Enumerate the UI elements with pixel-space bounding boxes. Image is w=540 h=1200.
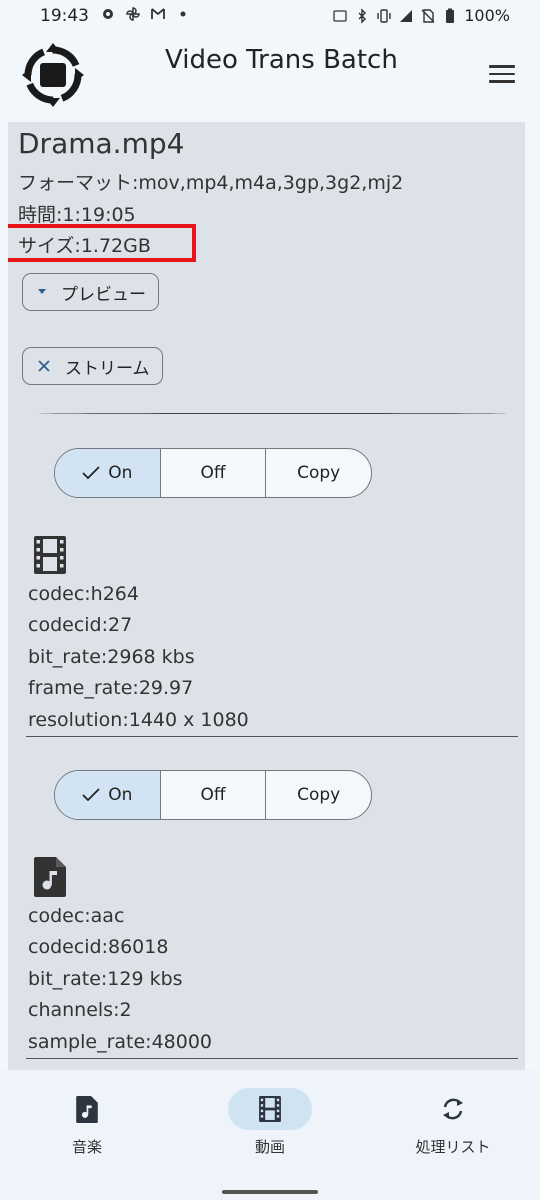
preview-chip-label: プレビュー xyxy=(61,284,146,305)
nav-pill-process-list xyxy=(411,1088,495,1130)
stream-chip[interactable]: ストリーム xyxy=(22,347,163,385)
nav-item-music[interactable]: 音楽 xyxy=(27,1088,147,1157)
nav-label-process-list: 処理リスト xyxy=(415,1138,491,1156)
battery-percent: 100% xyxy=(464,6,510,25)
preview-chip[interactable]: プレビュー xyxy=(22,273,159,311)
app-bar: Video Trans Batch xyxy=(0,32,540,120)
sync-icon xyxy=(443,1098,463,1120)
gesture-handle xyxy=(222,1190,318,1194)
audio-toggle-copy-label: Copy xyxy=(297,785,341,805)
audio-sample-rate: sample_rate:48000 xyxy=(28,1031,213,1053)
nav-item-process-list[interactable]: 処理リスト xyxy=(393,1088,513,1157)
bottom-navigation: 音楽 動画 処理リスト xyxy=(0,1070,540,1200)
audio-toggle-on[interactable]: On xyxy=(55,771,160,819)
nav-pill-video xyxy=(228,1088,312,1130)
audio-codec: codec:aac xyxy=(28,905,125,927)
nav-label-video: 動画 xyxy=(254,1138,285,1156)
app-title: Video Trans Batch xyxy=(165,45,398,75)
video-toggle-off-label: Off xyxy=(200,463,226,483)
file-format: フォーマット:mov,mp4,m4a,3gp,3g2,mj2 xyxy=(18,172,404,194)
nav-pill-music xyxy=(45,1088,129,1130)
audio-toggle-off-label: Off xyxy=(200,785,226,805)
close-icon xyxy=(38,360,50,372)
app-logo-icon xyxy=(22,43,84,107)
file-name: Drama.mp4 xyxy=(18,127,185,160)
audio-toggle-on-label: On xyxy=(108,785,133,805)
file-detail-panel: Drama.mp4 フォーマット:mov,mp4,m4a,3gp,3g2,mj2… xyxy=(8,122,525,1070)
status-bar: 19:43 100% xyxy=(0,0,540,32)
video-divider xyxy=(26,736,518,737)
status-time: 19:43 xyxy=(40,6,89,26)
status-right-icons: 100% xyxy=(332,6,510,25)
gmail-icon xyxy=(151,8,165,19)
audio-toggle-copy[interactable]: Copy xyxy=(265,771,371,819)
video-toggle-on-label: On xyxy=(108,463,133,483)
check-icon xyxy=(82,788,100,802)
highlight-box xyxy=(8,224,196,262)
video-frame-rate: frame_rate:29.97 xyxy=(28,677,194,699)
gear-icon xyxy=(103,9,113,19)
hamburger-menu-icon[interactable] xyxy=(489,65,515,85)
audio-codecid: codecid:86018 xyxy=(28,936,169,958)
video-toggle-group: On Off Copy xyxy=(54,448,372,498)
video-codec: codec:h264 xyxy=(28,583,139,605)
nav-label-music: 音楽 xyxy=(71,1138,102,1156)
film-icon xyxy=(34,536,66,574)
auto-brightness-icon xyxy=(333,9,347,22)
video-bit-rate: bit_rate:2968 kbs xyxy=(28,646,195,668)
stream-chip-label: ストリーム xyxy=(65,358,150,379)
status-left-icons xyxy=(100,6,191,22)
pinwheel-icon xyxy=(126,7,140,21)
film-icon xyxy=(259,1096,281,1122)
dropdown-arrow-icon xyxy=(38,289,46,294)
dot-icon xyxy=(180,11,186,17)
video-toggle-off[interactable]: Off xyxy=(159,449,266,497)
video-resolution: resolution:1440 x 1080 xyxy=(28,709,249,731)
audio-channels: channels:2 xyxy=(28,999,132,1021)
signal-icon xyxy=(400,9,413,22)
file-duration: 時間:1:19:05 xyxy=(18,204,136,226)
video-toggle-on[interactable]: On xyxy=(55,449,160,497)
no-sim-icon xyxy=(421,8,435,23)
battery-icon xyxy=(446,8,455,23)
audio-divider xyxy=(26,1058,518,1059)
video-toggle-copy-label: Copy xyxy=(297,463,341,483)
check-icon xyxy=(82,466,100,480)
audio-bit-rate: bit_rate:129 kbs xyxy=(28,968,183,990)
audio-toggle-off[interactable]: Off xyxy=(159,771,266,819)
nav-item-video[interactable]: 動画 xyxy=(210,1088,330,1157)
music-file-icon xyxy=(34,857,66,897)
music-file-icon xyxy=(76,1095,98,1123)
audio-toggle-group: On Off Copy xyxy=(54,770,372,820)
divider xyxy=(38,413,508,414)
bluetooth-icon xyxy=(358,7,367,24)
video-codecid: codecid:27 xyxy=(28,614,133,636)
video-toggle-copy[interactable]: Copy xyxy=(265,449,371,497)
vibrate-icon xyxy=(377,8,391,23)
